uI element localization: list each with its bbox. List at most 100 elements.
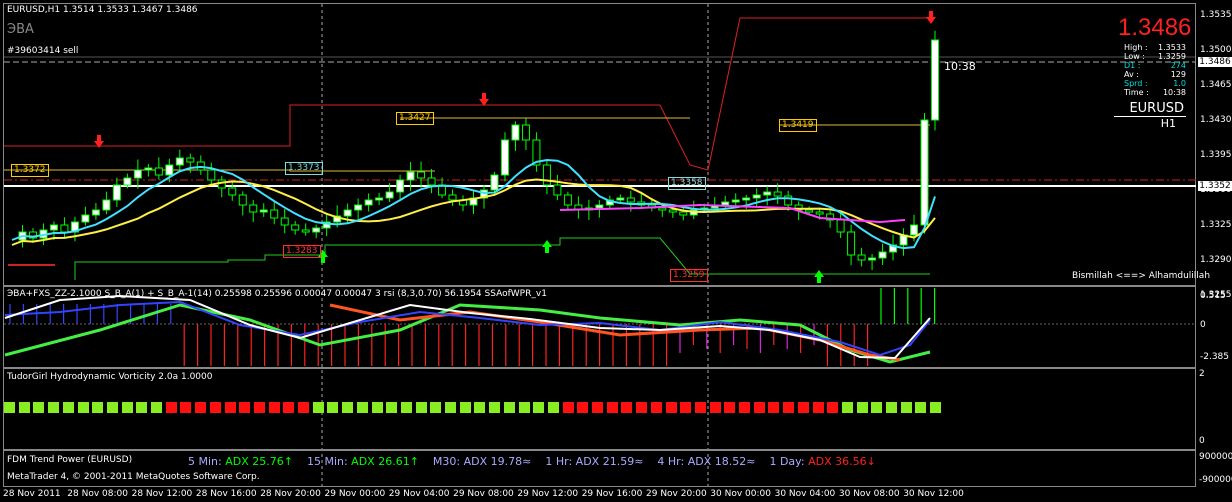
info-row-label: Sprd : [1124, 79, 1148, 88]
adx-item: 5 Min: ADX 25.76↑ [188, 455, 293, 468]
adx-timeframe: 1 Day: [769, 455, 805, 468]
vorticity-block [797, 402, 809, 413]
info-row-label: Time : [1124, 88, 1149, 97]
vorticity-block [48, 402, 60, 413]
vorticity-block [342, 402, 354, 413]
adx-item: 15 Min: ADX 26.61↑ [307, 455, 419, 468]
time-axis-tick: 28 Nov 16:00 [195, 489, 257, 499]
time-axis-tick: 30 Nov 08:00 [838, 489, 900, 499]
ind3-axis-top: 9000000 [1199, 452, 1232, 462]
time-axis-tick: 28 Nov 2011 [3, 489, 61, 499]
info-row: Av : 129 [1114, 70, 1186, 79]
vorticity-block [562, 402, 574, 413]
arrow-down-icon: ↓ [866, 455, 876, 468]
wave-icon: ≈ [522, 455, 532, 468]
vorticity-block [18, 402, 30, 413]
info-row: Sprd : 1.0 [1114, 79, 1186, 88]
vorticity-block [180, 402, 192, 413]
vorticity-block [606, 402, 618, 413]
vorticity-block [209, 402, 221, 413]
vorticity-block [871, 402, 883, 413]
level-label: 1.3283 [283, 245, 321, 258]
vorticity-block [709, 402, 721, 413]
indicator1-title: ЭВА+FXS_ZZ-2.1000 S_B_A(1) + S_B_A-1(14)… [7, 289, 547, 299]
info-row-value: 129 [1170, 70, 1186, 79]
price-axis-tick: 1.3465 [1200, 80, 1232, 90]
vorticity-block [415, 402, 427, 413]
ind1-axis-tick: -2.385 [1200, 352, 1230, 362]
info-row-value: 1.3533 [1158, 43, 1186, 52]
vorticity-block [665, 402, 677, 413]
arrow-up-icon: ↑ [409, 455, 419, 468]
vorticity-block [650, 402, 662, 413]
vorticity-block [386, 402, 398, 413]
adx-value: ADX 18.52 [684, 455, 747, 468]
vorticity-block [298, 402, 309, 413]
price-tag-current: 1.3486 [1198, 57, 1232, 67]
adx-value: ADX 36.56 [804, 455, 867, 468]
vorticity-block [768, 402, 780, 413]
vorticity-block [312, 402, 324, 413]
adx-timeframe: M30: [432, 455, 461, 468]
adx-value: ADX 25.76 [221, 455, 284, 468]
vorticity-block [400, 402, 412, 413]
indicator3-title: FDM Trend Power (EURUSD) [7, 455, 133, 465]
symbol-header: EURUSD,H1 1.3514 1.3533 1.3467 1.3486 [7, 5, 198, 15]
main-chart-panel[interactable] [3, 3, 1196, 286]
adx-timeframe: 15 Min: [306, 455, 348, 468]
time-axis-tick: 30 Nov 04:00 [774, 489, 836, 499]
vorticity-block [136, 402, 148, 413]
adx-value: ADX 26.61 [347, 455, 410, 468]
vorticity-block [812, 402, 824, 413]
current-price-large: 1.3486 [1118, 14, 1192, 41]
vorticity-block [92, 402, 104, 413]
vorticity-block [856, 402, 868, 413]
price-axis-tick: 1.3290 [1200, 255, 1232, 265]
price-tag-line: 1.3352 [1198, 181, 1232, 191]
adx-value: ADX 21.59 [572, 455, 635, 468]
vorticity-block [900, 402, 912, 413]
level-label: 1.3427 [396, 112, 434, 125]
vorticity-block [680, 402, 692, 413]
info-row: Low : 1.3259 [1114, 52, 1186, 61]
time-axis-tick: 28 Nov 20:00 [260, 489, 321, 499]
vorticity-block [283, 402, 295, 413]
price-axis-tick: 1.3430 [1200, 115, 1232, 125]
info-row-label: High : [1124, 43, 1148, 52]
vorticity-block [547, 402, 559, 413]
vorticity-block [195, 402, 207, 413]
ind2-axis-bottom: 0 [1199, 436, 1205, 446]
info-row-label: Low : [1124, 52, 1145, 61]
info-box: High :1.3533 Low :1.3259 D1 :274 Av :129 Spr… [1114, 43, 1186, 130]
vorticity-block [518, 402, 530, 413]
vorticity-block [724, 402, 736, 413]
price-axis-tick: 1.3535 [1200, 10, 1232, 20]
vorticity-block [239, 402, 251, 413]
vorticity-block [445, 402, 456, 413]
info-timeframe: H1 [1160, 117, 1176, 130]
time-axis-tick: 29 Nov 00:00 [324, 489, 386, 499]
vorticity-block [694, 402, 706, 413]
vorticity-block [783, 402, 795, 413]
ind1-axis-tick: 0 [1200, 320, 1206, 330]
adx-item: 1 Hr: ADX 21.59≈ [545, 455, 643, 468]
vorticity-block [930, 402, 942, 413]
vorticity-block [621, 402, 633, 413]
level-label: 1.3358 [668, 177, 706, 190]
bismillah-text: Bismillah <==> Alhamdulillah [1072, 271, 1211, 281]
price-axis-tick: 1.3395 [1200, 150, 1232, 160]
adx-timeframe: 5 Min: [188, 455, 222, 468]
vorticity-block [636, 402, 648, 413]
adx-row: 5 Min: ADX 25.76↑ 15 Min: ADX 26.61↑ M30: … [188, 455, 890, 468]
vorticity-block [577, 402, 589, 413]
bar-time-remaining: 10:38 [944, 60, 976, 73]
adx-item: 1 Day: ADX 36.56↓ [769, 455, 875, 468]
info-row-label: Av : [1124, 70, 1139, 79]
time-axis-tick: 29 Nov 12:00 [517, 489, 579, 499]
vorticity-block [841, 402, 853, 413]
time-axis-tick: 28 Nov 12:00 [131, 489, 193, 499]
vorticity-block [62, 402, 74, 413]
adx-timeframe: 4 Hr: [657, 455, 685, 468]
info-row-label: D1 : [1124, 61, 1141, 70]
time-axis-tick: 28 Nov 08:00 [67, 489, 128, 499]
